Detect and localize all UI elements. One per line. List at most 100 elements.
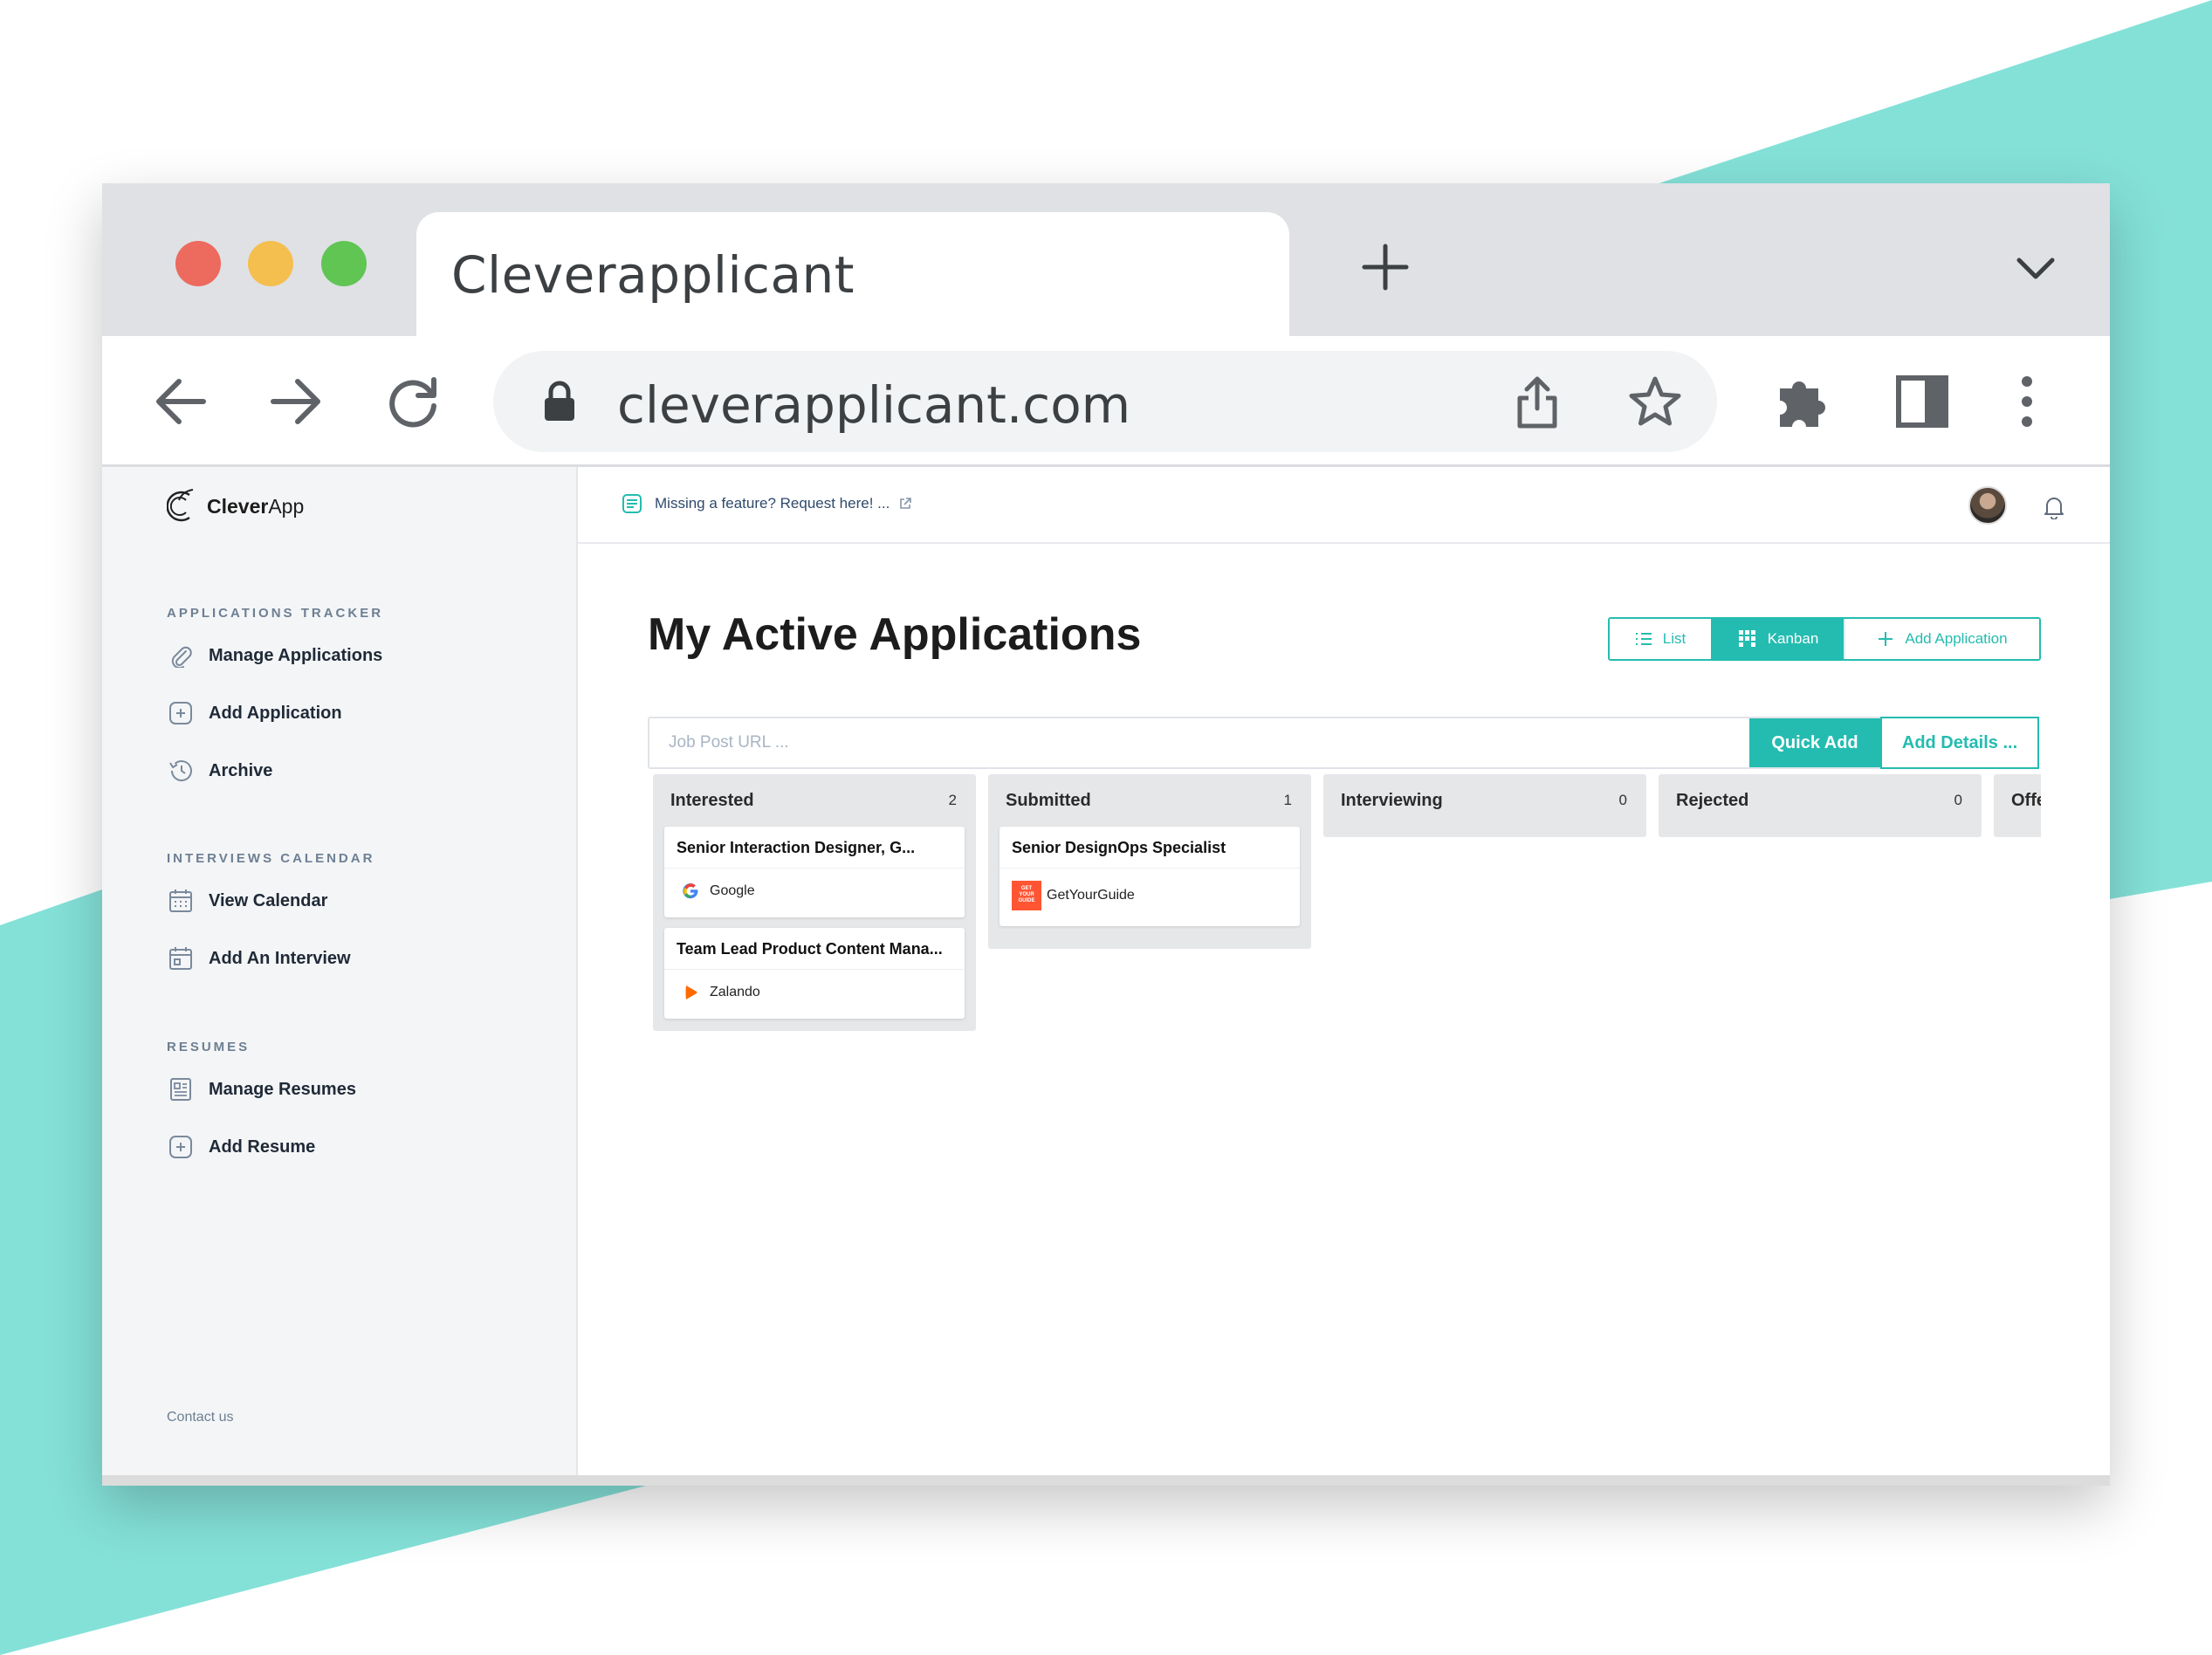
main-content: Missing a feature? Request here! ... My … (578, 467, 2110, 1475)
quick-add-bar: Quick Add Add Details ... (648, 717, 2039, 769)
feature-request-link[interactable]: Missing a feature? Request here! ... (622, 493, 912, 514)
application-card[interactable]: Team Lead Product Content Mana... Zaland… (664, 928, 965, 1019)
company-name: Zalando (710, 985, 760, 999)
card-company: Google (664, 869, 965, 917)
calendar-add-icon (167, 944, 195, 972)
list-icon (1635, 633, 1652, 645)
browser-window: Cleverapplicant cleverapplicant.com Clev… (102, 183, 2110, 1486)
add-application-button[interactable]: Add Application (1844, 619, 2039, 659)
sidebar-item-archive[interactable]: Archive (167, 755, 272, 786)
brand-logo[interactable]: CleverApp (167, 488, 304, 525)
side-panel-icon[interactable] (1895, 374, 1949, 429)
list-view-button[interactable]: List (1610, 619, 1713, 659)
kanban-grid-icon (1738, 630, 1755, 647)
column-count: 1 (1283, 792, 1292, 808)
sidebar-item-label: Manage Applications (209, 645, 383, 665)
web-app: CleverApp APPLICATIONS TRACKER Manage Ap… (102, 467, 2110, 1475)
address-bar[interactable]: cleverapplicant.com (493, 351, 1717, 452)
job-post-url-input[interactable] (649, 718, 1749, 767)
column-header: Offe (1994, 774, 2041, 827)
card-title: Senior Interaction Designer, G... (664, 827, 965, 869)
kanban-column-rejected: Rejected 0 (1659, 774, 1982, 837)
back-arrow-icon[interactable] (153, 376, 207, 427)
extensions-puzzle-icon[interactable] (1775, 373, 1832, 430)
forward-arrow-icon[interactable] (270, 376, 324, 427)
add-details-button[interactable]: Add Details ... (1880, 717, 2039, 769)
cleverapp-logo-icon (167, 489, 194, 522)
tab-title: Cleverapplicant (451, 245, 855, 305)
sidebar-item-label: Add An Interview (209, 948, 351, 968)
bookmark-star-icon[interactable] (1628, 375, 1682, 428)
sidebar-item-label: View Calendar (209, 890, 328, 910)
screenshot-stage: Cleverapplicant cleverapplicant.com Clev… (0, 0, 2212, 1655)
close-window-button[interactable] (175, 241, 221, 286)
new-tab-plus-icon[interactable] (1361, 243, 1410, 292)
column-count: 0 (1618, 792, 1627, 808)
external-link-icon (900, 498, 912, 509)
reload-icon[interactable] (387, 374, 441, 429)
kanban-board: Interested 2 Senior Interaction Designer… (653, 774, 2041, 1088)
contact-us-link[interactable]: Contact us (167, 1410, 233, 1425)
resume-icon (167, 1075, 195, 1103)
browser-toolbar: cleverapplicant.com (102, 336, 2110, 467)
sidebar-item-manage-resumes[interactable]: Manage Resumes (167, 1074, 356, 1105)
section-title-resumes: RESUMES (167, 1040, 251, 1054)
paperclip-icon (167, 642, 195, 670)
add-application-label: Add Application (1905, 630, 2008, 647)
column-count: 2 (948, 792, 957, 808)
column-title: Rejected (1676, 790, 1749, 810)
feature-request-text: Missing a feature? Request here! ... (655, 495, 890, 512)
kanban-view-button[interactable]: Kanban (1713, 619, 1844, 659)
getyourguide-logo-icon: GET YOUR GUIDE (1012, 881, 1041, 910)
user-avatar[interactable] (1968, 486, 2007, 525)
column-count: 0 (1954, 792, 1962, 808)
sidebar-item-label: Add Application (209, 703, 342, 723)
lock-icon (545, 381, 574, 421)
card-title: Team Lead Product Content Mana... (664, 928, 965, 970)
column-header: Rejected 0 (1659, 774, 1982, 827)
column-header: Submitted 1 (988, 774, 1311, 827)
column-header: Interested 2 (653, 774, 976, 827)
kanban-column-interested: Interested 2 Senior Interaction Designer… (653, 774, 976, 1031)
brand-name: CleverApp (207, 494, 305, 518)
sidebar: CleverApp APPLICATIONS TRACKER Manage Ap… (102, 467, 578, 1475)
sidebar-item-add-interview[interactable]: Add An Interview (167, 943, 351, 974)
company-name: Google (710, 883, 755, 898)
page-title: My Active Applications (648, 609, 1142, 660)
sidebar-item-view-calendar[interactable]: View Calendar (167, 885, 327, 917)
share-icon[interactable] (1513, 375, 1562, 429)
kanban-column-offer: Offe (1994, 774, 2041, 837)
column-title: Submitted (1006, 790, 1091, 810)
tab-strip: Cleverapplicant (102, 183, 2110, 336)
sidebar-item-add-resume[interactable]: Add Resume (167, 1131, 315, 1163)
more-vertical-icon[interactable] (2017, 374, 2037, 429)
card-company: Zalando (664, 970, 965, 1019)
sidebar-item-label: Add Resume (209, 1137, 316, 1157)
minimize-window-button[interactable] (248, 241, 293, 286)
window-bottom-edge (102, 1475, 2110, 1486)
kanban-column-interviewing: Interviewing 0 (1323, 774, 1646, 837)
list-view-label: List (1662, 630, 1686, 647)
application-card[interactable]: Senior DesignOps Specialist GET YOUR GUI… (1000, 827, 1300, 926)
sidebar-item-manage-applications[interactable]: Manage Applications (167, 640, 382, 671)
kanban-column-submitted: Submitted 1 Senior DesignOps Specialist … (988, 774, 1311, 949)
notification-bell-icon[interactable] (2043, 495, 2065, 519)
tab-search-chevron-down-icon[interactable] (2014, 253, 2057, 283)
maximize-window-button[interactable] (321, 241, 367, 286)
sidebar-item-label: Manage Resumes (209, 1079, 356, 1099)
column-title: Interested (670, 790, 754, 810)
plus-icon (1879, 632, 1893, 646)
company-name: GetYourGuide (1047, 888, 1135, 903)
sidebar-item-add-application[interactable]: Add Application (167, 697, 342, 729)
browser-tab-active[interactable]: Cleverapplicant (416, 212, 1289, 336)
history-icon (167, 757, 195, 785)
view-toggle: List Kanban Add Application (1608, 617, 2041, 661)
url-text: cleverapplicant.com (617, 375, 1131, 435)
column-title: Offe (2011, 790, 2041, 810)
card-company: GET YOUR GUIDE GetYourGuide (1000, 869, 1300, 926)
calendar-icon (167, 887, 195, 915)
section-title-interviews-calendar: INTERVIEWS CALENDAR (167, 851, 375, 866)
application-card[interactable]: Senior Interaction Designer, G... Google (664, 827, 965, 917)
plus-square-icon (167, 1133, 195, 1161)
quick-add-button[interactable]: Quick Add (1749, 718, 1880, 767)
